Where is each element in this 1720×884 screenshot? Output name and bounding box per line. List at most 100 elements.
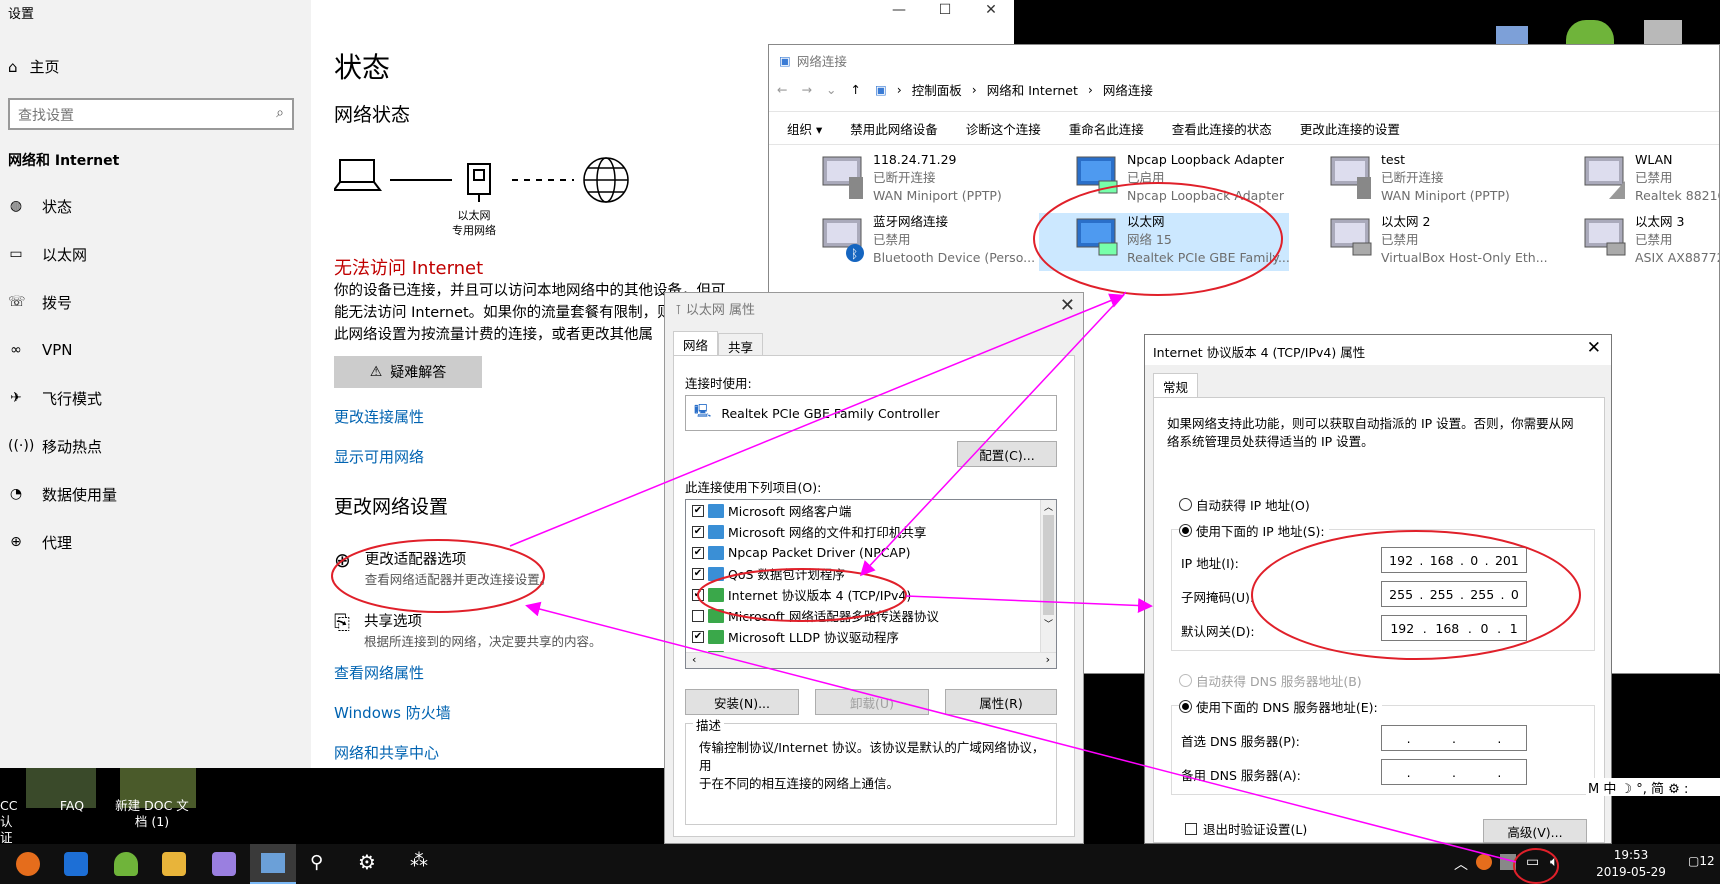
adapter-item[interactable]: 以太网 3 已禁用 ASIX AX88772 xyxy=(1581,213,1719,271)
auto-dns-radio[interactable]: 自动获得 DNS 服务器地址(B) xyxy=(1179,671,1362,690)
clock[interactable]: 19:53 2019-05-29 xyxy=(1596,847,1666,881)
sidebar-item-status[interactable]: ◍ 状态 xyxy=(8,194,298,218)
list-item[interactable]: ✔ Microsoft 网络的文件和打印机共享 xyxy=(686,521,1056,542)
adapter-options-item[interactable]: ⊕ 更改适配器选项 查看网络适配器并更改连接设置。 xyxy=(334,548,552,588)
preferred-dns-field[interactable]: ... xyxy=(1381,725,1527,751)
desktop-icon-cc[interactable]: CC 认证 xyxy=(0,798,22,846)
scroll-left-icon[interactable]: ‹ xyxy=(692,653,696,668)
checkbox[interactable]: ✔ xyxy=(692,630,704,643)
list-item[interactable]: ✔ QoS 数据包计划程序 xyxy=(686,563,1056,584)
adapter-item[interactable]: WLAN 已禁用 Realtek 8821C xyxy=(1581,151,1719,209)
list-item[interactable]: ✔ Microsoft LLDP 协议驱动程序 xyxy=(686,626,1056,647)
scroll-up-icon[interactable]: ︿ xyxy=(1041,500,1056,513)
sidebar-item-ethernet[interactable]: ▭ 以太网 xyxy=(8,242,298,266)
sidebar-item-proxy[interactable]: ⊕ 代理 xyxy=(8,530,298,554)
desktop-icon-faq[interactable]: FAQ xyxy=(52,798,92,814)
file-explorer-icon[interactable] xyxy=(162,852,186,876)
app-dots-icon[interactable]: ⁂ xyxy=(410,850,428,871)
uninstall-button[interactable]: 卸载(U) xyxy=(815,689,929,715)
scrollbar-thumb[interactable] xyxy=(1043,515,1054,615)
notification-center-icon[interactable]: ▢12 xyxy=(1688,854,1715,868)
tray-app-icon[interactable] xyxy=(1476,854,1492,870)
horizontal-scrollbar[interactable]: ‹ › xyxy=(686,652,1056,668)
desktop-icon-new-doc[interactable]: 新建 DOC 文档 (1) xyxy=(108,798,196,830)
sharing-options-item[interactable]: ⎘ 共享选项 根据所连接到的网络，决定要共享的内容。 xyxy=(334,610,602,650)
adapter-item[interactable]: test 已断开连接 WAN Miniport (PPTP) xyxy=(1327,151,1575,209)
app-icon[interactable] xyxy=(212,852,236,876)
change-network-settings-heading: 更改网络设置 xyxy=(334,496,449,518)
settings-gear-icon[interactable]: ⚙ xyxy=(358,850,376,874)
sidebar-item-dialup[interactable]: ☏ 拨号 xyxy=(8,290,298,314)
auto-ip-radio[interactable]: 自动获得 IP 地址(O) xyxy=(1179,495,1310,514)
sidebar-home[interactable]: ⌂ 主页 xyxy=(8,56,60,77)
troubleshoot-button[interactable]: ⚠ 疑难解答 xyxy=(334,356,482,388)
adapter-item[interactable]: Npcap Loopback Adapter 已启用 Npcap Loopback … xyxy=(1073,151,1321,209)
checkbox[interactable]: ✔ xyxy=(692,588,704,601)
adapter-item[interactable]: 以太网 2 已禁用 VirtualBox Host-Only Eth... xyxy=(1327,213,1575,271)
checkbox[interactable]: ✔ xyxy=(692,567,704,580)
back-icon[interactable]: ← xyxy=(777,82,787,97)
diagnose-button[interactable]: 诊断这个连接 xyxy=(966,119,1041,138)
install-button[interactable]: 安装(N)... xyxy=(685,689,799,715)
sidebar-item-airplane[interactable]: ✈ 飞行模式 xyxy=(8,386,298,410)
list-item[interactable]: ✔ Microsoft 网络客户端 xyxy=(686,500,1056,521)
default-gateway-field[interactable]: 192. 168. 0. 1 xyxy=(1381,615,1527,641)
close-button[interactable]: ✕ xyxy=(968,0,1014,22)
sidebar-item-hotspot[interactable]: ((·)) 移动热点 xyxy=(8,434,298,458)
breadcrumb[interactable]: ▣ › 控制面板 › 网络和 Internet › 网络连接 xyxy=(875,80,1153,99)
scroll-down-icon[interactable]: ﹀ xyxy=(1041,617,1056,630)
validate-on-exit-checkbox[interactable]: 退出时验证设置(L) xyxy=(1185,819,1307,838)
network-sharing-center-link[interactable]: 网络和共享中心 xyxy=(334,742,439,763)
manual-ip-radio[interactable]: 使用下面的 IP 地址(S): xyxy=(1179,521,1329,540)
subnet-mask-field[interactable]: 255. 255. 255. 0 xyxy=(1381,581,1527,607)
checkbox[interactable]: ✔ xyxy=(692,525,704,538)
close-button[interactable]: ✕ xyxy=(1587,338,1601,358)
close-button[interactable]: ✕ xyxy=(1060,295,1075,316)
minimize-button[interactable]: — xyxy=(876,0,922,22)
disable-device-button[interactable]: 禁用此网络设备 xyxy=(850,119,938,138)
checkbox[interactable]: ✔ xyxy=(692,546,704,559)
windows-firewall-link[interactable]: Windows 防火墙 xyxy=(334,702,451,723)
component-list[interactable]: ✔ Microsoft 网络客户端 ✔ Microsoft 网络的文件和打印机共享 … xyxy=(685,499,1057,669)
checkbox[interactable]: ✔ xyxy=(692,504,704,517)
up-icon[interactable]: ↑ xyxy=(850,82,860,97)
list-item[interactable]: Microsoft 网络适配器多路传送器协议 xyxy=(686,605,1056,626)
sidebar-item-vpn[interactable]: ∞ VPN xyxy=(8,338,298,362)
configure-button[interactable]: 配置(C)... xyxy=(957,441,1057,467)
android-icon[interactable] xyxy=(114,852,138,876)
organize-menu[interactable]: 组织 ▾ xyxy=(787,119,822,138)
adapter-item[interactable]: ᛒ 蓝牙网络连接 已禁用 Bluetooth Device (Perso... xyxy=(819,213,1067,271)
volume-icon[interactable]: 🔈︎ xyxy=(1550,854,1558,870)
view-network-properties-link[interactable]: 查看网络属性 xyxy=(334,662,424,683)
manual-dns-radio[interactable]: 使用下面的 DNS 服务器地址(E): xyxy=(1179,697,1382,716)
scroll-right-icon[interactable]: › xyxy=(1046,653,1050,668)
view-status-button[interactable]: 查看此连接的状态 xyxy=(1172,119,1272,138)
alternate-dns-field[interactable]: ... xyxy=(1381,759,1527,785)
properties-button[interactable]: 属性(R) xyxy=(945,689,1057,715)
advanced-button[interactable]: 高级(V)... xyxy=(1483,819,1587,843)
wps-icon[interactable] xyxy=(64,852,88,876)
taskbar-active-app[interactable] xyxy=(250,844,296,884)
network-tool-icon[interactable]: ⚲ xyxy=(310,852,323,873)
adapter-item[interactable]: 118.24.71.29 已断开连接 WAN Miniport (PPTP) xyxy=(819,151,1067,209)
change-connection-properties-link[interactable]: 更改连接属性 xyxy=(334,406,424,427)
list-item-ipv4[interactable]: ✔ Internet 协议版本 4 (TCP/IPv4) xyxy=(686,584,1056,605)
maximize-button[interactable]: ☐ xyxy=(922,0,968,22)
recent-dropdown-icon[interactable]: ⌄ xyxy=(826,82,836,97)
change-settings-button[interactable]: 更改此连接的设置 xyxy=(1300,119,1400,138)
ime-toolbar[interactable]: M 中 ☽ °, 简 ⚙ : xyxy=(1586,778,1720,796)
forward-icon[interactable]: → xyxy=(801,82,811,97)
firefox-icon[interactable] xyxy=(16,852,40,876)
sidebar-item-data-usage[interactable]: ◔ 数据使用量 xyxy=(8,482,298,506)
list-item[interactable]: ✔ Npcap Packet Driver (NPCAP) xyxy=(686,542,1056,563)
checkbox[interactable] xyxy=(692,609,704,622)
network-tray-icon[interactable]: ▭ xyxy=(1526,854,1539,870)
vertical-scrollbar[interactable]: ︿ ﹀ xyxy=(1040,500,1056,652)
ip-address-field[interactable]: 192. 168. 0. 201 xyxy=(1381,547,1527,573)
adapter-item-ethernet-selected[interactable]: 以太网 网络 15 Realtek PCIe GBE Family... xyxy=(1039,213,1290,271)
rename-button[interactable]: 重命名此连接 xyxy=(1069,119,1144,138)
show-available-networks-link[interactable]: 显示可用网络 xyxy=(334,446,424,467)
tray-expand-icon[interactable]: ︿ xyxy=(1454,854,1468,874)
search-input[interactable]: 查找设置 ⌕ xyxy=(8,98,294,130)
tray-app-icon[interactable] xyxy=(1500,854,1516,870)
